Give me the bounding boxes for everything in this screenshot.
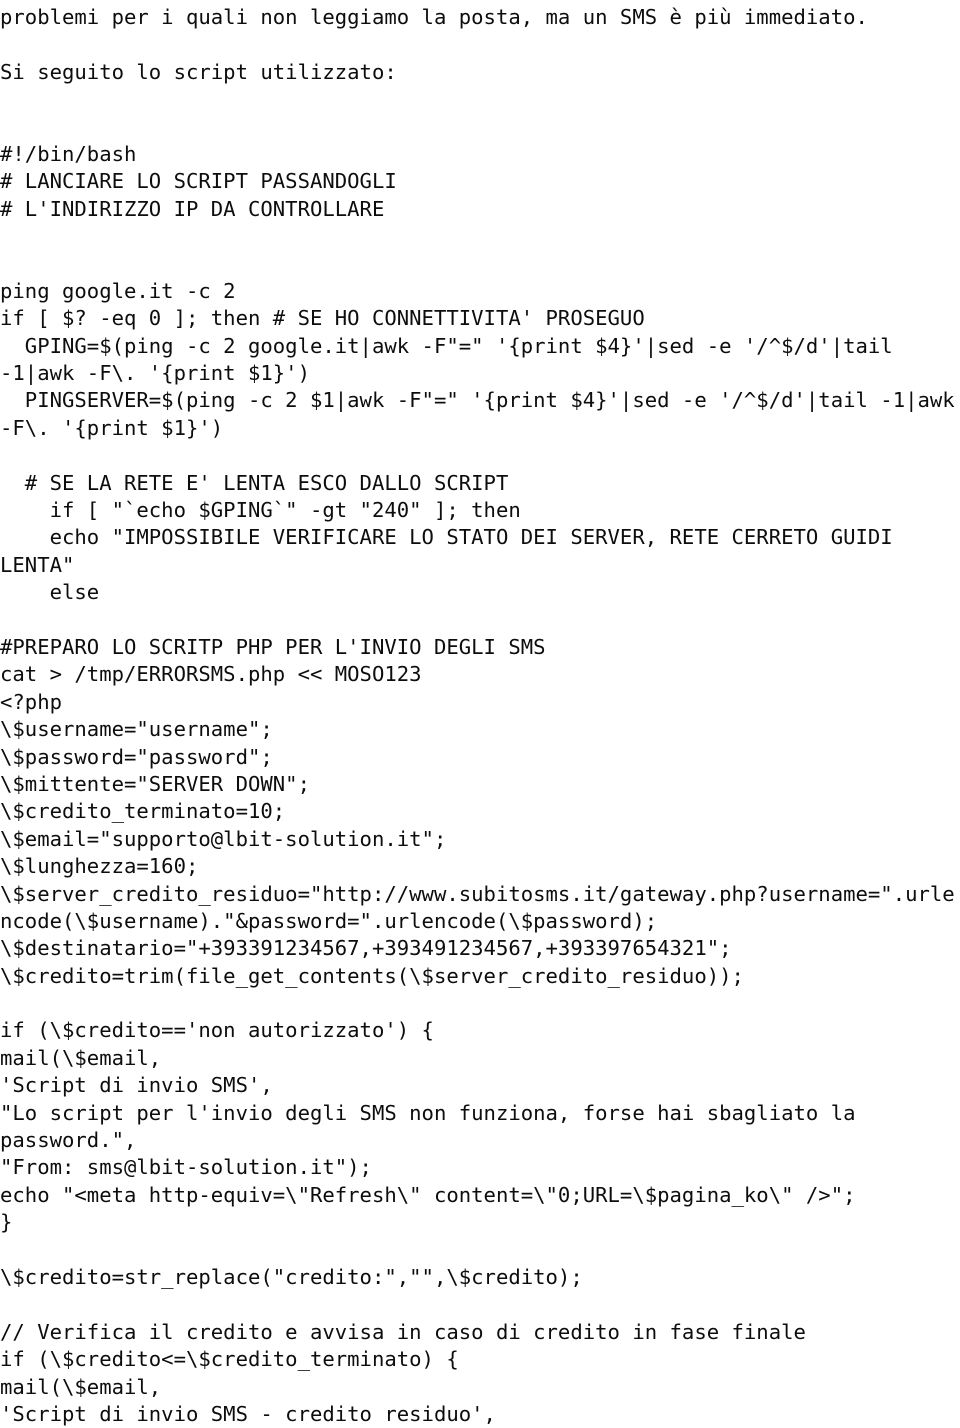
script-line-mail-from-1: "From: sms@lbit-solution.it"); — [0, 1155, 372, 1180]
script-line-mail-subject-2: 'Script di invio SMS - credito residuo', — [0, 1401, 496, 1426]
script-line-mail-subject-1: 'Script di invio SMS', — [0, 1073, 273, 1098]
intro-paragraph-2: Si seguito lo script utilizzato: — [0, 59, 397, 84]
document-text-body: problemi per i quali non leggiamo la pos… — [0, 4, 960, 1428]
script-line-comment-verifica-credito: // Verifica il credito e avvisa in caso … — [0, 1319, 806, 1344]
script-line-mail-open-2: mail(\$email, — [0, 1374, 162, 1399]
script-line-var-credito: \$credito=trim(file_get_contents(\$serve… — [0, 963, 744, 988]
script-line-shebang: #!/bin/bash — [0, 141, 137, 166]
script-line-echo-impossibile-wrap: LENTA" — [0, 552, 75, 577]
script-line-var-credito-terminato: \$credito_terminato=10; — [0, 799, 286, 824]
script-line-close-brace: } — [0, 1210, 13, 1235]
script-line-mail-open-1: mail(\$email, — [0, 1045, 162, 1070]
document-page: problemi per i quali non leggiamo la pos… — [0, 0, 960, 1426]
script-line-echo-meta-refresh: echo "<meta http-equiv=\"Refresh\" conte… — [0, 1182, 856, 1207]
script-line-var-mittente: \$mittente="SERVER DOWN"; — [0, 771, 310, 796]
script-line-comment-lanciare: # LANCIARE LO SCRIPT PASSANDOGLI — [0, 169, 397, 194]
script-line-mail-body-1: "Lo script per l'invio degli SMS non fun… — [0, 1100, 856, 1125]
script-line-if-non-autorizzato: if (\$credito=='non autorizzato') { — [0, 1018, 434, 1043]
script-line-gping-wrap: -1|awk -F\. '{print $1}') — [0, 361, 310, 386]
script-line-gping: GPING=$(ping -c 2 google.it|awk -F"=" '{… — [0, 333, 893, 358]
script-line-cat-heredoc: cat > /tmp/ERRORSMS.php << MOSO123 — [0, 662, 422, 687]
script-line-mail-body-1-wrap: password.", — [0, 1128, 137, 1153]
script-line-str-replace-credito: \$credito=str_replace("credito:","",\$cr… — [0, 1264, 583, 1289]
script-line-pingserver-wrap: -F\. '{print $1}') — [0, 415, 224, 440]
script-line-var-username: \$username="username"; — [0, 717, 273, 742]
script-line-ping-google: ping google.it -c 2 — [0, 278, 236, 303]
script-line-var-lunghezza: \$lunghezza=160; — [0, 854, 199, 879]
script-line-if-gping: if [ "`echo $GPING`" -gt "240" ]; then — [0, 498, 521, 523]
script-line-php-open: <?php — [0, 689, 62, 714]
intro-paragraph-1: problemi per i quali non leggiamo la pos… — [0, 5, 868, 29]
script-line-if-credito-terminato: if (\$credito<=\$credito_terminato) { — [0, 1347, 459, 1372]
script-line-comment-rete-lenta: # SE LA RETE E' LENTA ESCO DALLO SCRIPT — [0, 470, 509, 495]
script-line-var-server-credito-residuo-wrap: ncode(\$username)."&password=".urlencode… — [0, 908, 658, 933]
script-line-var-destinatario: \$destinatario="+393391234567,+393491234… — [0, 936, 732, 961]
script-line-var-server-credito-residuo: \$server_credito_residuo="http://www.sub… — [0, 881, 955, 906]
script-line-pingserver: PINGSERVER=$(ping -c 2 $1|awk -F"=" '{pr… — [0, 388, 955, 413]
script-line-var-email: \$email="supporto@lbit-solution.it"; — [0, 826, 447, 851]
script-line-var-password: \$password="password"; — [0, 744, 273, 769]
script-line-else: else — [0, 580, 100, 605]
script-line-comment-preparo-php: #PREPARO LO SCRITP PHP PER L'INVIO DEGLI… — [0, 634, 546, 659]
script-line-comment-indirizzo: # L'INDIRIZZO IP DA CONTROLLARE — [0, 196, 385, 221]
script-line-echo-impossibile: echo "IMPOSSIBILE VERIFICARE LO STATO DE… — [0, 525, 893, 550]
script-line-if-connettivita: if [ $? -eq 0 ]; then # SE HO CONNETTIVI… — [0, 306, 645, 331]
